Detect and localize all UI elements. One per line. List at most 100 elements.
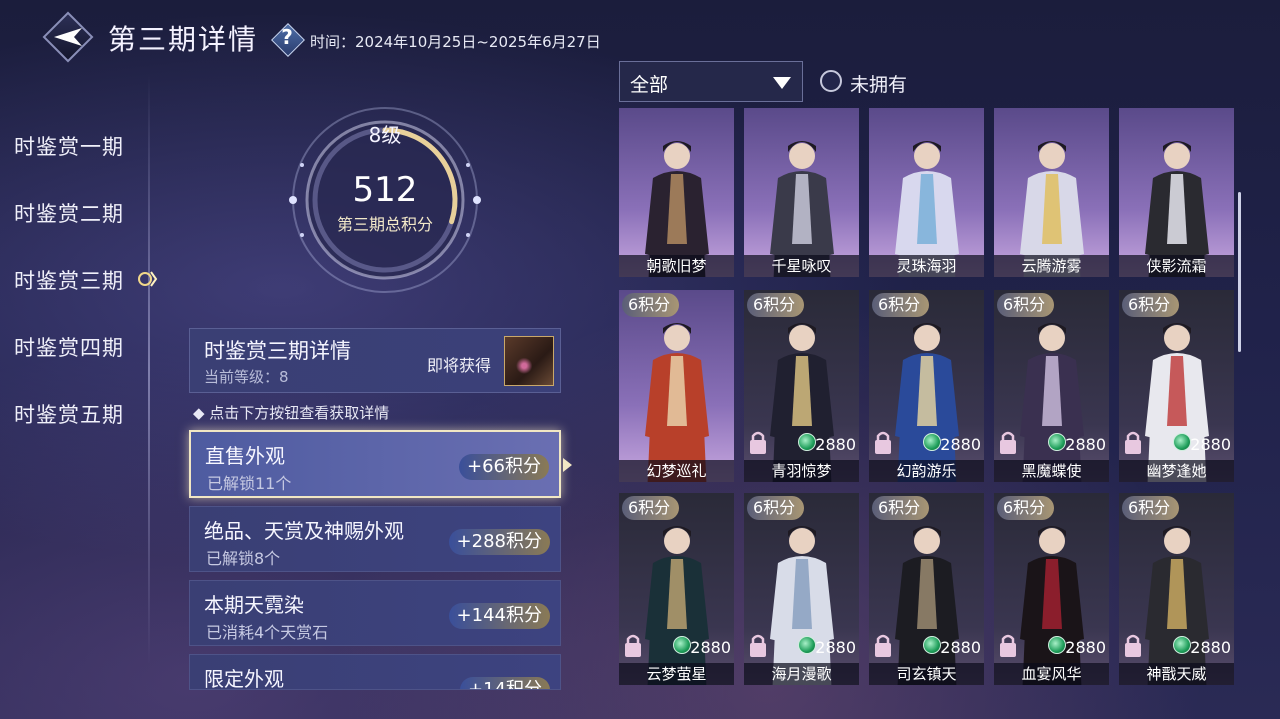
currency-gem-icon [923,636,941,654]
outfit-name: 幽梦逢她 [1119,460,1234,482]
outfit-card[interactable]: 千星咏叹 [744,108,859,277]
outfit-price: 2880 [1065,435,1106,454]
outfit-price: 2880 [815,638,856,657]
outfit-character-image [895,526,959,685]
outfit-price: 2880 [1190,638,1231,657]
outfit-name: 海月漫歌 [744,663,859,685]
outfit-card[interactable]: 6积分 2880 海月漫歌 [744,493,859,685]
outfit-name: 青羽惊梦 [744,460,859,482]
active-indicator-icon [138,271,158,287]
grid-scrollbar[interactable] [1238,192,1241,352]
outfit-card[interactable]: 6积分 2880 幽梦逢她 [1119,290,1234,482]
outfit-character-image [1020,323,1084,482]
outfit-character-image [645,526,709,685]
upcoming-reward-thumbnail[interactable] [504,336,554,386]
points-badge: 6积分 [872,496,930,520]
back-button[interactable] [42,11,94,63]
source-premium-outfits[interactable]: 绝品、天赏及神赐外观 已解锁8个 +288积分 [189,506,561,572]
outfit-character-image [895,323,959,482]
source-subtitle: 已解锁11个 [207,474,292,493]
unowned-filter-label[interactable]: 未拥有 [850,70,907,97]
outfit-card[interactable]: 云腾游雾 [994,108,1109,277]
lock-icon [1125,634,1141,657]
outfit-card[interactable]: 6积分 2880 黑魔蝶使 [994,290,1109,482]
points-badge: 6积分 [1122,496,1180,520]
outfit-character-image [770,526,834,685]
source-limited-outfits[interactable]: 限定外观 +14积分 [189,654,561,690]
outfit-price: 2880 [940,435,981,454]
nav-item-period-4[interactable]: 时鉴赏四期 [14,332,124,362]
outfit-card[interactable]: 6积分 2880 云梦萤星 [619,493,734,685]
lock-icon [750,431,766,454]
outfit-name: 云梦萤星 [619,663,734,685]
outfit-name: 幻梦巡礼 [619,460,734,482]
outfit-card[interactable]: 6积分 2880 幻韵游乐 [869,290,984,482]
source-points-badge: +14积分 [460,677,550,689]
points-badge: 6积分 [997,496,1055,520]
outfit-price: 2880 [940,638,981,657]
points-badge: 6积分 [872,293,930,317]
source-subtitle: 已消耗4个天赏石 [206,623,329,642]
nav-divider [148,75,150,665]
lock-icon [875,431,891,454]
help-button[interactable]: ? [271,23,305,57]
outfit-name: 灵珠海羽 [869,255,984,277]
source-points-badge: +66积分 [459,454,549,480]
outfit-name: 朝歌旧梦 [619,255,734,277]
back-arrow-icon [54,28,82,46]
outfit-card[interactable]: 6积分 2880 血宴风华 [994,493,1109,685]
lock-icon [625,634,641,657]
points-badge: 6积分 [1122,293,1180,317]
outfit-card[interactable]: 6积分 2880 神戬天威 [1119,493,1234,685]
outfit-name: 云腾游雾 [994,255,1109,277]
source-title: 绝品、天赏及神赐外观 [204,519,404,543]
outfit-name: 司玄镇天 [869,663,984,685]
outfit-name: 黑魔蝶使 [994,460,1109,482]
lock-icon [1000,431,1016,454]
question-icon: ? [281,25,293,49]
outfit-character-image [770,323,834,482]
outfit-price: 2880 [1190,435,1231,454]
outfit-price: 2880 [690,638,731,657]
outfit-grid: 朝歌旧梦 千星咏叹 灵珠海羽 云腾游雾 侠影流霜 6积分 幻梦巡礼 6积分 2880 青羽惊梦 6积… [617,108,1237,686]
outfit-card[interactable]: 朝歌旧梦 [619,108,734,277]
period-detail-panel[interactable]: 时鉴赏三期详情 当前等级：8 即将获得 [189,328,561,393]
nav-item-period-5[interactable]: 时鉴赏五期 [14,399,124,429]
outfit-card[interactable]: 6积分 2880 青羽惊梦 [744,290,859,482]
outfit-name: 侠影流霜 [1119,255,1234,277]
points-badge: 6积分 [747,293,805,317]
outfit-character-image [645,323,709,482]
source-direct-sale[interactable]: 直售外观 已解锁11个 +66积分 [189,430,561,498]
level-label: 8级 [368,123,402,147]
total-score-label: 第三期总积分 [336,215,433,234]
nav-item-period-1[interactable]: 时鉴赏一期 [14,131,124,161]
lock-icon [1125,431,1141,454]
currency-gem-icon [798,433,816,451]
source-points-badge: +288积分 [448,529,550,555]
source-subtitle: 已解锁8个 [206,549,281,568]
outfit-card[interactable]: 6积分幻梦巡礼 [619,290,734,482]
currency-gem-icon [1048,433,1066,451]
selected-arrow-icon [563,458,572,472]
outfit-name: 神戬天威 [1119,663,1234,685]
points-badge: 6积分 [622,293,680,317]
currency-gem-icon [673,636,691,654]
source-title: 直售外观 [205,444,285,468]
source-dye[interactable]: 本期天霓染 已消耗4个天赏石 +144积分 [189,580,561,646]
filter-dropdown[interactable]: 全部 [619,61,803,102]
detail-title: 时鉴赏三期详情 [204,339,351,363]
nav-item-period-2[interactable]: 时鉴赏二期 [14,198,124,228]
lock-icon [875,634,891,657]
lock-icon [750,634,766,657]
unowned-filter-radio[interactable] [820,70,842,92]
outfit-card[interactable]: 灵珠海羽 [869,108,984,277]
period-text: 时间：2024年10月25日~2025年6月27日 [310,33,601,51]
outfit-character-image [1020,526,1084,685]
outfit-card[interactable]: 6积分 2880 司玄镇天 [869,493,984,685]
outfit-card[interactable]: 侠影流霜 [1119,108,1234,277]
outfit-name: 千星咏叹 [744,255,859,277]
lock-icon [1000,634,1016,657]
nav-item-period-3[interactable]: 时鉴赏三期 [14,265,124,295]
outfit-character-image [1145,526,1209,685]
outfit-name: 血宴风华 [994,663,1109,685]
